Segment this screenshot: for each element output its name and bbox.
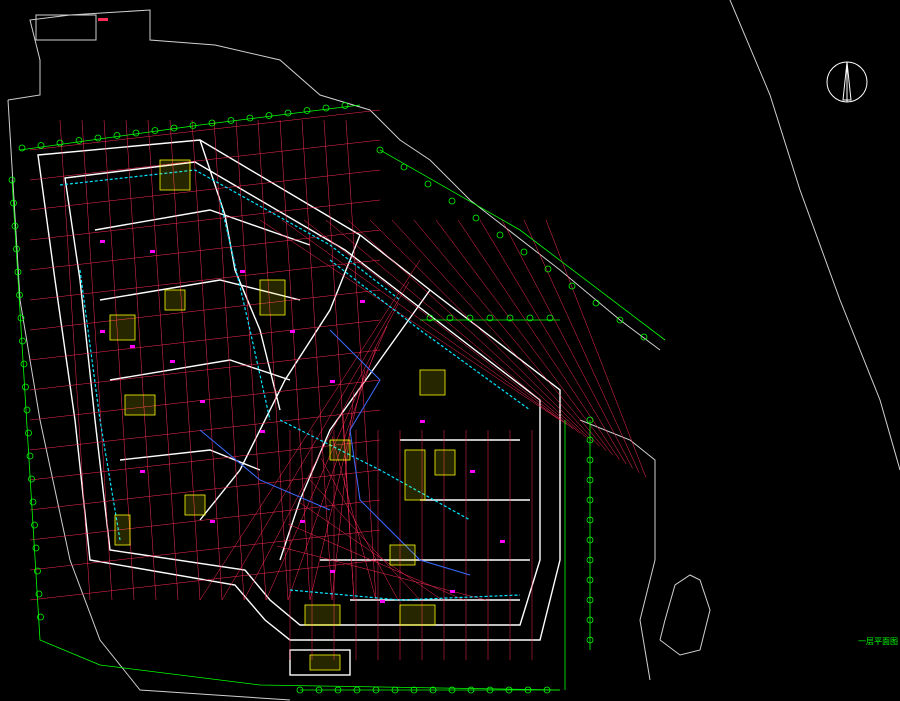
grid-axis-line [479, 219, 627, 465]
tag-mark [500, 540, 505, 543]
tag-mark [330, 380, 335, 383]
dimension-lines [8, 102, 666, 694]
tag-mark [100, 240, 105, 243]
cad-floor-plan[interactable] [0, 0, 900, 701]
axis-bubble [19, 337, 26, 345]
grid-axis-line [298, 501, 443, 601]
grid-axis-line [325, 219, 580, 434]
axis-bubble [265, 112, 273, 119]
tag-mark [290, 330, 295, 333]
grid-axis-line [29, 349, 381, 391]
tag-mark [240, 270, 245, 273]
axis-bubble [472, 214, 480, 222]
axis-bubble [544, 265, 552, 273]
grid-axis-line [235, 119, 267, 601]
red-mark [98, 18, 108, 21]
grid-axis-line [301, 119, 333, 601]
axis-bubble [32, 544, 40, 552]
tag-mark [420, 420, 425, 423]
axis-bubble [94, 134, 102, 142]
grid-axis-line [257, 119, 289, 601]
tag-mark [450, 590, 455, 593]
grid-axis-line [347, 219, 587, 438]
grid-axis-line [457, 219, 620, 460]
axis-bubble [151, 127, 159, 134]
axis-bubble [246, 114, 254, 122]
grid-axis-line [243, 303, 399, 601]
grid-axis-line [523, 219, 640, 473]
axis-bubble [496, 231, 504, 239]
tag-mark [330, 570, 335, 573]
axis-bubble [56, 139, 64, 147]
drawing-title: 一层平面图 [858, 637, 898, 646]
axis-bubble [448, 197, 456, 205]
tag-mark [380, 600, 385, 603]
building-outline [37, 139, 561, 676]
north-arrow-icon [826, 61, 868, 103]
axis-bubble [322, 104, 330, 112]
grid-axis-line [29, 439, 381, 481]
grid-axis-line [29, 199, 381, 241]
axis-bubble [400, 163, 408, 171]
grid-axis-line [213, 119, 245, 601]
tag-mark [210, 520, 215, 523]
axis-bubble [568, 282, 576, 290]
axis-bubble [75, 137, 83, 144]
axis-bubble [37, 142, 45, 149]
grid-axis-line [221, 281, 410, 601]
grid-axis-line [345, 119, 377, 601]
axis-bubble [113, 132, 121, 139]
equipment-blocks [109, 159, 456, 671]
tag-mark [200, 400, 205, 403]
axis-bubble [424, 180, 432, 188]
axis-bubble [25, 429, 32, 437]
grid-axis-line [59, 119, 91, 601]
tag-mark [130, 345, 135, 348]
pipe-lines [59, 169, 531, 601]
axis-bubble [28, 475, 35, 483]
grid-axis-line [369, 219, 594, 443]
axis-bubble [22, 383, 29, 391]
grid-axis-line [199, 259, 421, 601]
axis-bubble [23, 406, 31, 414]
tag-mark [150, 250, 155, 253]
grid-axis-line [320, 457, 399, 601]
grid-axis-line [29, 229, 381, 271]
axis-bubble [341, 102, 349, 109]
tag-mark [100, 330, 105, 333]
grid-axis-line [125, 119, 157, 601]
axis-bubble [31, 521, 38, 529]
axis-bubble [29, 498, 37, 506]
grid-axis-line [29, 259, 381, 301]
axis-bubble [592, 299, 600, 307]
grid-axis-line [309, 479, 421, 601]
tag-mark [260, 430, 265, 433]
tag-mark [360, 300, 365, 303]
grid-axis-line [309, 369, 366, 601]
grid-axis-line [279, 119, 311, 601]
grid-axis-line [391, 219, 600, 447]
axis-bubble [26, 452, 34, 460]
axis-bubble [20, 360, 28, 368]
grid-axis-line [287, 523, 465, 601]
tag-mark [170, 360, 175, 363]
grid-axis-line [29, 409, 381, 451]
site-boundary [7, 0, 900, 701]
axis-bubble [284, 109, 292, 117]
tag-mark [470, 470, 475, 473]
axis-bubble [303, 107, 311, 114]
axis-bubble [520, 248, 528, 256]
tag-mark [300, 520, 305, 523]
grid-axis-line [303, 219, 574, 429]
axis-bubble [132, 129, 140, 137]
tag-mark [140, 470, 145, 473]
grid-axis-line [501, 219, 633, 469]
